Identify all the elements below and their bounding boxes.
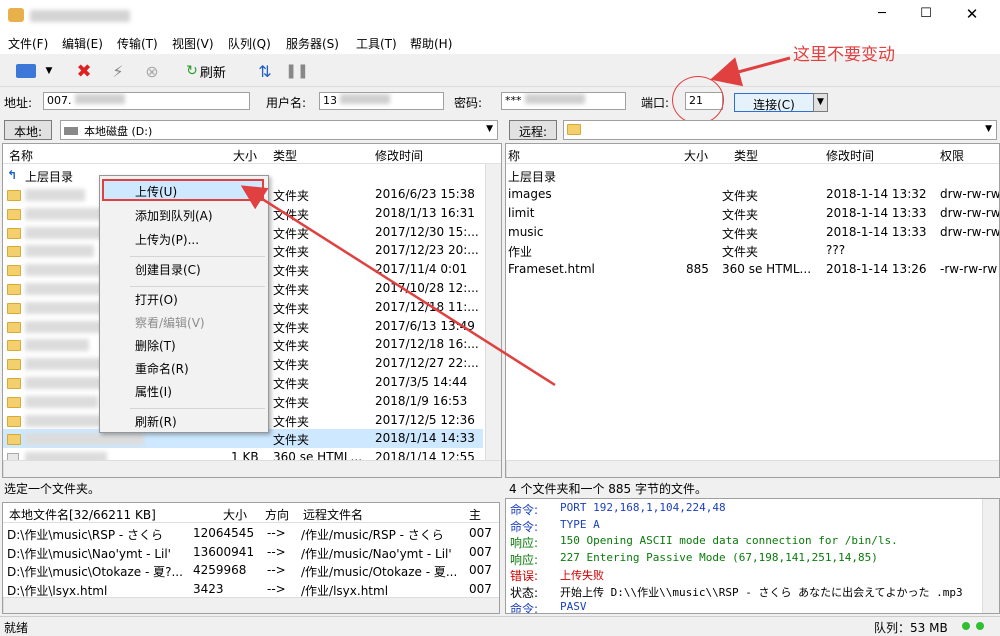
annotation-arrows (240, 56, 791, 387)
arrow-to-upload (240, 185, 556, 387)
arrow-to-port (710, 56, 791, 87)
